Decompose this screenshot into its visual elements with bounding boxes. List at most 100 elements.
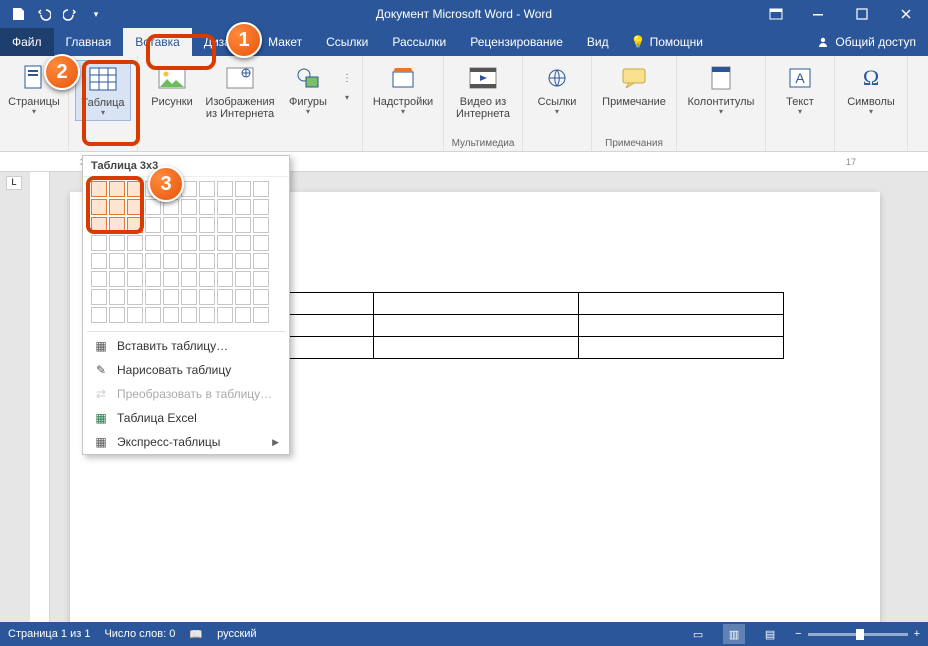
grid-cell[interactable]: [109, 307, 125, 323]
grid-cell[interactable]: [199, 307, 215, 323]
grid-cell[interactable]: [253, 199, 269, 215]
qat-customize-icon[interactable]: ▾: [84, 3, 108, 25]
view-web-layout[interactable]: ▤: [759, 624, 781, 644]
grid-cell[interactable]: [163, 271, 179, 287]
tab-file[interactable]: Файл: [0, 28, 54, 56]
grid-cell[interactable]: [235, 235, 251, 251]
vertical-ruler[interactable]: [30, 172, 50, 622]
close-button[interactable]: [884, 0, 928, 28]
grid-cell[interactable]: [217, 181, 233, 197]
grid-cell[interactable]: [109, 217, 125, 233]
tab-layout[interactable]: Макет: [256, 28, 314, 56]
grid-cell[interactable]: [127, 289, 143, 305]
pictures-button[interactable]: Рисунки: [144, 60, 200, 110]
grid-cell[interactable]: [91, 235, 107, 251]
tab-home[interactable]: Главная: [54, 28, 124, 56]
grid-cell[interactable]: [109, 181, 125, 197]
maximize-button[interactable]: [840, 0, 884, 28]
grid-cell[interactable]: [163, 235, 179, 251]
grid-cell[interactable]: [109, 235, 125, 251]
grid-cell[interactable]: [145, 271, 161, 287]
tell-me[interactable]: 💡 Помощни: [621, 28, 713, 56]
tab-review[interactable]: Рецензирование: [458, 28, 575, 56]
grid-cell[interactable]: [145, 217, 161, 233]
grid-cell[interactable]: [217, 271, 233, 287]
grid-cell[interactable]: [199, 217, 215, 233]
grid-cell[interactable]: [127, 181, 143, 197]
grid-cell[interactable]: [91, 307, 107, 323]
table-button[interactable]: Таблица▾: [75, 60, 131, 121]
grid-cell[interactable]: [145, 307, 161, 323]
grid-cell[interactable]: [127, 199, 143, 215]
grid-cell[interactable]: [127, 307, 143, 323]
grid-cell[interactable]: [217, 199, 233, 215]
grid-cell[interactable]: [217, 253, 233, 269]
grid-cell[interactable]: [91, 253, 107, 269]
status-page[interactable]: Страница 1 из 1: [8, 628, 90, 640]
text-button[interactable]: A Текст▾: [772, 60, 828, 119]
menu-insert-table[interactable]: ▦Вставить таблицу…: [83, 334, 289, 358]
online-pictures-button[interactable]: Изображения из Интернета: [202, 60, 278, 122]
zoom-in-button[interactable]: +: [914, 628, 920, 640]
zoom-control[interactable]: − +: [795, 628, 920, 640]
grid-cell[interactable]: [91, 199, 107, 215]
more-illustrations[interactable]: ⋮▾: [338, 60, 356, 105]
redo-icon[interactable]: [58, 3, 82, 25]
grid-cell[interactable]: [163, 217, 179, 233]
zoom-out-button[interactable]: −: [795, 628, 801, 640]
grid-cell[interactable]: [127, 217, 143, 233]
grid-cell[interactable]: [235, 253, 251, 269]
grid-cell[interactable]: [109, 253, 125, 269]
grid-cell[interactable]: [199, 199, 215, 215]
grid-cell[interactable]: [235, 217, 251, 233]
grid-cell[interactable]: [109, 271, 125, 287]
share-button[interactable]: Общий доступ: [805, 28, 928, 56]
tab-view[interactable]: Вид: [575, 28, 621, 56]
grid-cell[interactable]: [217, 307, 233, 323]
addins-button[interactable]: Надстройки▾: [369, 60, 437, 119]
grid-cell[interactable]: [253, 271, 269, 287]
grid-cell[interactable]: [199, 271, 215, 287]
grid-cell[interactable]: [217, 235, 233, 251]
grid-cell[interactable]: [91, 217, 107, 233]
grid-cell[interactable]: [181, 271, 197, 287]
grid-cell[interactable]: [181, 253, 197, 269]
grid-cell[interactable]: [217, 289, 233, 305]
grid-cell[interactable]: [127, 235, 143, 251]
proofing-icon[interactable]: 📖: [189, 628, 203, 641]
online-video-button[interactable]: Видео из Интернета: [450, 60, 516, 122]
grid-cell[interactable]: [253, 217, 269, 233]
view-print-layout[interactable]: ▥: [723, 624, 745, 644]
grid-cell[interactable]: [127, 271, 143, 287]
grid-cell[interactable]: [109, 199, 125, 215]
grid-cell[interactable]: [253, 289, 269, 305]
grid-cell[interactable]: [181, 307, 197, 323]
grid-cell[interactable]: [235, 271, 251, 287]
headerfooter-button[interactable]: Колонтитулы▾: [683, 60, 759, 119]
status-word-count[interactable]: Число слов: 0: [104, 628, 175, 640]
grid-cell[interactable]: [235, 181, 251, 197]
tab-mailings[interactable]: Рассылки: [380, 28, 458, 56]
status-language[interactable]: русский: [217, 628, 256, 640]
save-icon[interactable]: [6, 3, 30, 25]
tab-references[interactable]: Ссылки: [314, 28, 380, 56]
grid-cell[interactable]: [163, 307, 179, 323]
grid-cell[interactable]: [145, 199, 161, 215]
grid-cell[interactable]: [91, 271, 107, 287]
grid-cell[interactable]: [163, 289, 179, 305]
grid-cell[interactable]: [199, 235, 215, 251]
grid-cell[interactable]: [217, 217, 233, 233]
grid-cell[interactable]: [253, 235, 269, 251]
grid-cell[interactable]: [199, 289, 215, 305]
grid-cell[interactable]: [109, 289, 125, 305]
symbols-button[interactable]: Ω Символы▾: [841, 60, 901, 119]
grid-cell[interactable]: [163, 253, 179, 269]
grid-cell[interactable]: [253, 307, 269, 323]
minimize-button[interactable]: [796, 0, 840, 28]
grid-cell[interactable]: [253, 253, 269, 269]
tab-insert[interactable]: Вставка: [123, 28, 192, 56]
tab-selector[interactable]: L: [6, 176, 22, 190]
table-grid-picker[interactable]: [83, 177, 289, 329]
grid-cell[interactable]: [145, 235, 161, 251]
zoom-slider[interactable]: [808, 633, 908, 636]
